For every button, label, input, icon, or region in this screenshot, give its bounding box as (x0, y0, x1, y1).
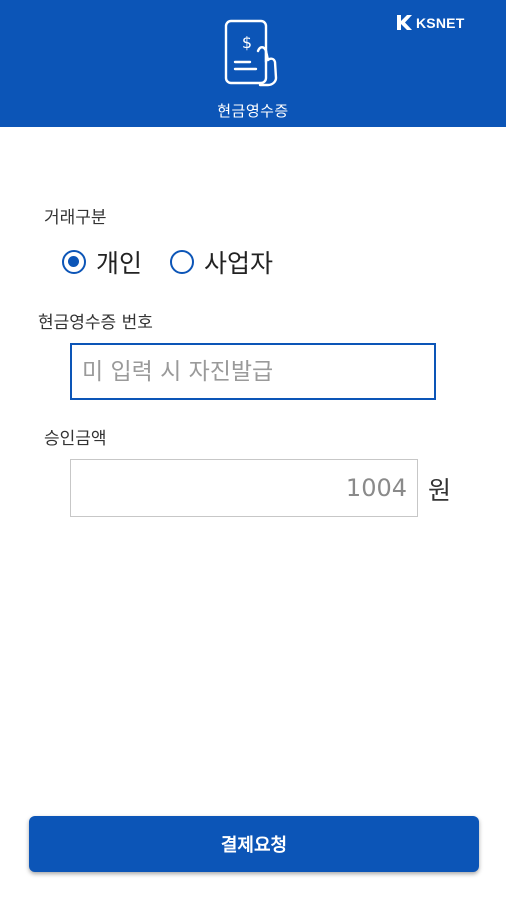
payment-request-button[interactable]: 결제요청 (29, 816, 479, 872)
amount-input[interactable] (70, 459, 418, 517)
ksnet-logo: KSNET (396, 14, 464, 31)
radio-business[interactable]: 사업자 (170, 244, 273, 280)
app-header: $ 현금영수증 KSNET (0, 0, 506, 127)
svg-text:$: $ (242, 33, 252, 52)
radio-business-label[interactable]: 사업자 (204, 244, 273, 280)
transaction-type-group: 개인 사업자 (62, 244, 301, 280)
radio-individual-label[interactable]: 개인 (96, 244, 142, 280)
brand-name: KSNET (416, 14, 465, 31)
amount-unit: 원 (428, 476, 452, 505)
receipt-dollar-icon: $ (224, 19, 278, 87)
page-title: 현금영수증 (217, 102, 289, 120)
receipt-number-input[interactable] (70, 343, 436, 400)
radio-individual[interactable]: 개인 (62, 244, 142, 280)
ksnet-logo-mark-icon (397, 15, 412, 30)
receipt-number-label: 현금영수증 번호 (38, 313, 153, 333)
amount-label: 승인금액 (44, 429, 107, 449)
radio-checked-icon[interactable] (62, 250, 86, 274)
transaction-type-label: 거래구분 (44, 208, 107, 228)
radio-unchecked-icon[interactable] (170, 250, 195, 274)
